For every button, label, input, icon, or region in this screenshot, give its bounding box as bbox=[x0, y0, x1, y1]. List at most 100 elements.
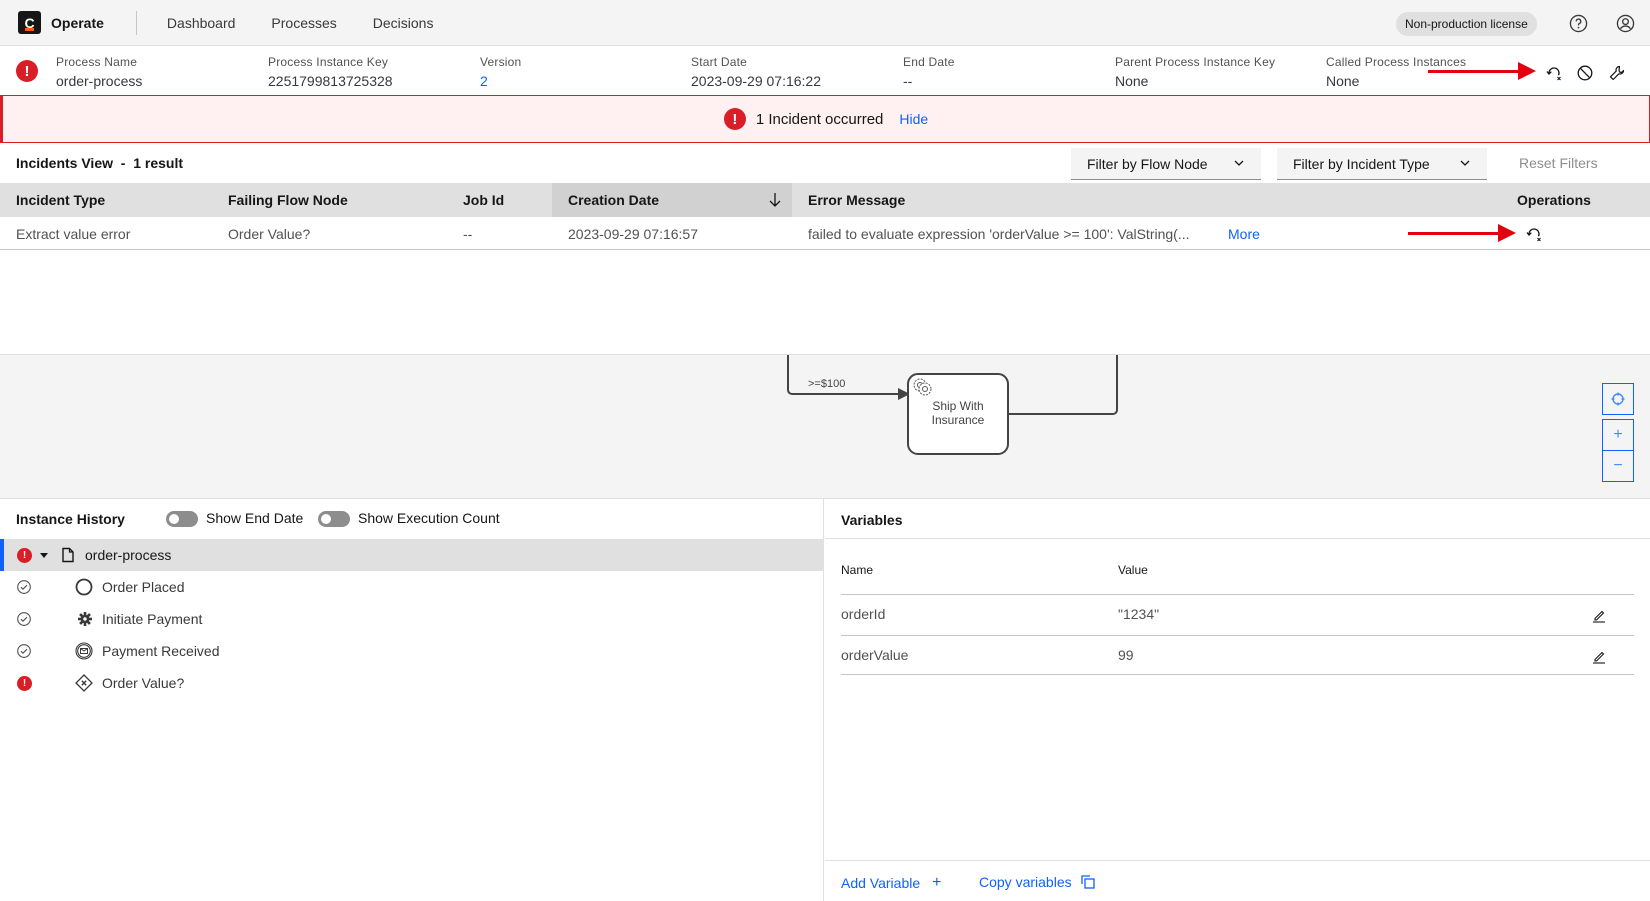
license-badge[interactable]: Non-production license bbox=[1396, 12, 1537, 36]
nav-decisions[interactable]: Decisions bbox=[373, 15, 434, 31]
field-value: order-process bbox=[56, 73, 143, 89]
variable-row: orderValue 99 bbox=[841, 635, 1634, 675]
incident-icon: ! bbox=[17, 547, 32, 563]
more-button[interactable]: More bbox=[1228, 217, 1260, 250]
history-item-order-process[interactable]: ! order-process bbox=[0, 539, 824, 571]
history-item-payment-received[interactable]: Payment Received bbox=[0, 635, 824, 667]
center-target-icon bbox=[1611, 392, 1625, 406]
field-process-name: Process Name order-process bbox=[56, 55, 142, 89]
edit-pencil-icon[interactable] bbox=[1591, 648, 1607, 664]
history-item-order-value[interactable]: ! Order Value? bbox=[0, 667, 824, 699]
incident-type: Extract value error bbox=[16, 225, 131, 242]
field-label: Parent Process Instance Key bbox=[1115, 55, 1276, 69]
show-execution-count-toggle[interactable] bbox=[318, 511, 350, 527]
bottom-panels: Instance History Show End Date Show Exec… bbox=[0, 498, 1650, 901]
variable-name: orderId bbox=[841, 606, 886, 622]
creation-date: 2023-09-29 07:16:57 bbox=[568, 225, 698, 242]
minus-icon: − bbox=[1613, 457, 1623, 474]
task-label-line1: Ship With bbox=[932, 399, 983, 413]
completed-check-icon bbox=[17, 580, 31, 594]
user-icon[interactable] bbox=[1616, 14, 1635, 33]
incident-icon: ! bbox=[17, 675, 32, 691]
error-message: failed to evaluate expression 'orderValu… bbox=[808, 225, 1190, 242]
toggle-label: Show End Date bbox=[206, 510, 304, 526]
hide-incidents-link[interactable]: Hide bbox=[899, 111, 928, 127]
annotation-arrow bbox=[1408, 224, 1516, 242]
history-item-initiate-payment[interactable]: Initiate Payment bbox=[0, 603, 824, 635]
nav-dashboard[interactable]: Dashboard bbox=[167, 15, 236, 31]
sequence-flow[interactable] bbox=[1008, 355, 1118, 415]
history-item-label: order-process bbox=[85, 547, 172, 563]
message-catch-event-icon bbox=[75, 642, 93, 660]
field-value: None bbox=[1115, 73, 1149, 89]
completed-check-icon bbox=[17, 612, 31, 626]
field-value: -- bbox=[903, 73, 913, 89]
col-value: Value bbox=[1118, 563, 1148, 577]
retry-icon[interactable] bbox=[1545, 64, 1563, 82]
bpmn-diagram: >=$100 Ship With Insurance bbox=[787, 355, 1118, 455]
table-row[interactable]: Extract value error Order Value? -- 2023… bbox=[0, 217, 1650, 250]
logo-letter: C bbox=[24, 14, 35, 31]
app-name[interactable]: Operate bbox=[51, 15, 104, 31]
variables-title: Variables bbox=[841, 512, 903, 528]
variable-row: orderId "1234" bbox=[841, 594, 1634, 634]
filter-flow-node-dropdown[interactable]: Filter by Flow Node bbox=[1071, 148, 1261, 180]
job-id: -- bbox=[463, 225, 473, 242]
field-label: Process Instance Key bbox=[268, 55, 389, 69]
copy-icon bbox=[1080, 875, 1095, 889]
incident-icon: ! bbox=[723, 108, 746, 130]
variable-value: 99 bbox=[1118, 647, 1134, 663]
nav-processes[interactable]: Processes bbox=[271, 15, 336, 31]
reset-filters-button[interactable]: Reset Filters bbox=[1519, 155, 1598, 171]
filter-incident-type-dropdown[interactable]: Filter by Incident Type bbox=[1277, 148, 1487, 180]
edit-pencil-icon[interactable] bbox=[1591, 607, 1607, 623]
col-incident-type[interactable]: Incident Type bbox=[16, 183, 105, 217]
history-item-label: Payment Received bbox=[102, 643, 220, 659]
col-error-message[interactable]: Error Message bbox=[808, 183, 905, 217]
caret-down-icon[interactable] bbox=[39, 547, 49, 563]
field-parent-key: Parent Process Instance Key None bbox=[1115, 55, 1275, 89]
field-version: Version 2 bbox=[480, 55, 521, 89]
cancel-icon[interactable] bbox=[1576, 64, 1594, 82]
zoom-in-button[interactable]: + bbox=[1602, 419, 1634, 451]
retry-incident-icon[interactable] bbox=[1525, 225, 1543, 243]
copy-variables-button[interactable]: Copy variables bbox=[979, 874, 1095, 890]
col-creation-date[interactable]: Creation Date bbox=[552, 183, 792, 217]
instance-history-title: Instance History bbox=[16, 511, 125, 527]
incident-banner: ! 1 Incident occurred Hide bbox=[0, 95, 1650, 143]
add-variable-button[interactable]: Add Variable + bbox=[841, 874, 941, 892]
show-end-date-toggle[interactable] bbox=[166, 511, 198, 527]
history-item-label: Initiate Payment bbox=[102, 611, 203, 627]
field-instance-key: Process Instance Key 2251799813725328 bbox=[268, 55, 393, 89]
sort-arrow-down-icon bbox=[769, 193, 781, 207]
field-label: Called Process Instances bbox=[1326, 55, 1467, 69]
history-item-order-placed[interactable]: Order Placed bbox=[0, 571, 824, 603]
modify-wrench-icon[interactable] bbox=[1608, 64, 1626, 82]
reset-diagram-zoom-button[interactable] bbox=[1602, 383, 1634, 415]
variables-header: Variables bbox=[825, 499, 1650, 539]
result-count: 1 result bbox=[133, 155, 184, 171]
col-job-id[interactable]: Job Id bbox=[463, 183, 504, 217]
incident-icon: ! bbox=[16, 60, 38, 82]
col-label: Creation Date bbox=[568, 192, 660, 208]
start-event-icon bbox=[75, 578, 93, 596]
filter-label: Filter by Flow Node bbox=[1087, 155, 1208, 172]
help-icon[interactable] bbox=[1569, 14, 1588, 33]
bpmn-diagram-canvas[interactable]: >=$100 Ship With Insurance + − bbox=[0, 354, 1650, 498]
chevron-down-icon bbox=[1234, 160, 1244, 166]
col-name: Name bbox=[841, 563, 874, 577]
copy-variables-label: Copy variables bbox=[979, 874, 1072, 890]
divider bbox=[135, 10, 137, 35]
field-label: Version bbox=[480, 55, 522, 69]
field-value: 2023-09-29 07:16:22 bbox=[691, 73, 821, 89]
field-end-date: End Date -- bbox=[903, 55, 955, 89]
toggle-label: Show Execution Count bbox=[358, 510, 500, 526]
plus-icon: + bbox=[1613, 426, 1623, 443]
col-failing-flow-node[interactable]: Failing Flow Node bbox=[228, 183, 348, 217]
filter-label: Filter by Incident Type bbox=[1293, 155, 1430, 172]
camunda-logo[interactable]: C bbox=[18, 11, 41, 34]
incidents-table-header: Incident Type Failing Flow Node Job Id C… bbox=[0, 183, 1650, 217]
zoom-out-button[interactable]: − bbox=[1602, 450, 1634, 482]
service-task-gear-icon bbox=[78, 612, 92, 626]
version-link[interactable]: 2 bbox=[480, 73, 521, 89]
